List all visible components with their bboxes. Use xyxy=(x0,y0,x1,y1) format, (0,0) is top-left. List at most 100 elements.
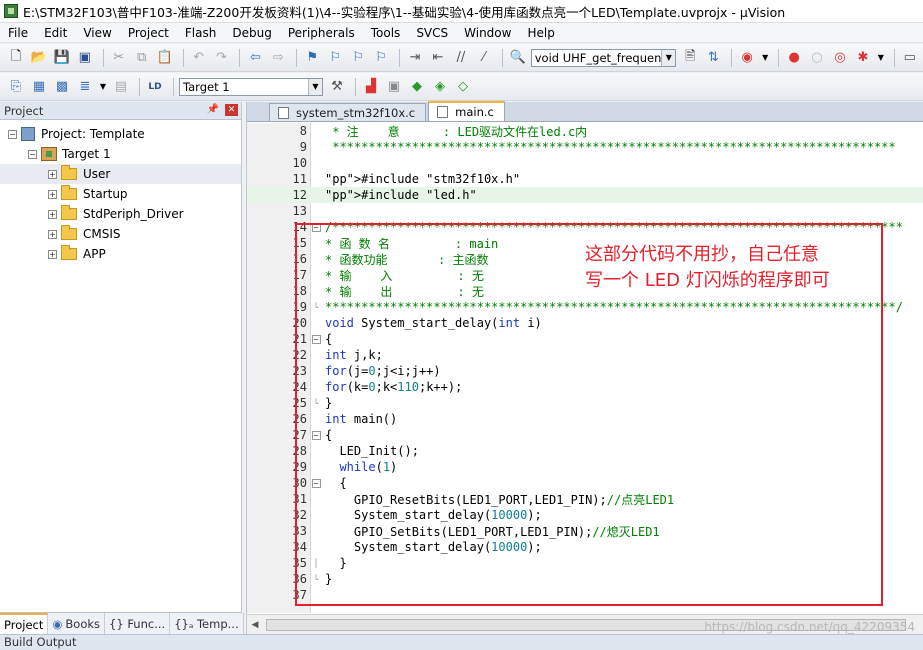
target-options-icon[interactable]: ⚒ xyxy=(327,77,347,97)
menu-project[interactable]: Project xyxy=(120,23,177,43)
chevron-down-icon[interactable]: ▼ xyxy=(98,77,108,97)
clear-bookmarks-icon[interactable]: ⚐ xyxy=(371,48,391,68)
code-line[interactable]: 29 while(1) xyxy=(247,459,923,475)
copy-icon[interactable]: ⧉ xyxy=(132,48,152,68)
chevron-down-icon[interactable]: ▼ xyxy=(760,48,770,68)
tab-main-c[interactable]: main.c xyxy=(428,101,505,121)
save-all-icon[interactable]: ▣ xyxy=(75,48,95,68)
collapse-icon[interactable]: − xyxy=(8,129,17,139)
build-icon[interactable]: ▦ xyxy=(29,77,49,97)
bookmark-icon[interactable]: ⚑ xyxy=(302,48,322,68)
code-line[interactable]: 11 "pp">#include "stm32f10x.h" xyxy=(247,171,923,187)
code-line[interactable]: 27−{ xyxy=(247,427,923,443)
code-line[interactable]: 31 GPIO_ResetBits(LED1_PORT,LED1_PIN);//… xyxy=(247,491,923,507)
target-combo[interactable]: Target 1 ▼ xyxy=(179,77,323,96)
close-icon[interactable]: ✕ xyxy=(225,104,238,116)
collapse-icon[interactable]: − xyxy=(28,149,37,159)
code-line[interactable]: 14−/************************************… xyxy=(247,219,923,235)
menu-tools[interactable]: Tools xyxy=(363,23,409,43)
tab-system-stm32f10x[interactable]: system_stm32f10x.c xyxy=(269,103,427,121)
translate-icon[interactable]: ⎘ xyxy=(6,77,26,97)
menu-edit[interactable]: Edit xyxy=(36,23,75,43)
nav-forward-icon[interactable]: ⇨ xyxy=(268,48,288,68)
select-packs-icon[interactable]: ◈ xyxy=(430,77,450,97)
fold-marker[interactable]: − xyxy=(309,478,323,488)
new-file-icon[interactable]: 🗋 xyxy=(6,48,26,68)
rebuild-icon[interactable]: ▩ xyxy=(52,77,72,97)
expand-icon[interactable]: + xyxy=(48,229,57,239)
code-area[interactable]: 8 * 注 意 : LED驱动文件在led.c内 9 **************… xyxy=(247,123,923,613)
tab-project[interactable]: Project xyxy=(0,613,49,634)
pin-icon[interactable]: 📌 xyxy=(207,104,219,115)
tree-group-app[interactable]: + APP xyxy=(0,244,241,264)
find-icon[interactable]: 🖹 xyxy=(680,48,700,68)
code-line[interactable]: 35 │ } xyxy=(247,555,923,571)
expand-icon[interactable]: + xyxy=(48,189,57,199)
menu-svcs[interactable]: SVCS xyxy=(408,23,456,43)
menu-help[interactable]: Help xyxy=(519,23,562,43)
batch-build-icon[interactable]: ≣ xyxy=(75,77,95,97)
uncomment-icon[interactable]: ⁄ xyxy=(474,48,494,68)
chevron-down-icon[interactable]: ▼ xyxy=(661,49,676,66)
menu-flash[interactable]: Flash xyxy=(177,23,224,43)
code-line[interactable]: 13 xyxy=(247,203,923,219)
fold-marker[interactable]: − xyxy=(309,222,323,232)
code-line[interactable]: 20 void System_start_delay(int i) xyxy=(247,315,923,331)
menu-view[interactable]: View xyxy=(75,23,119,43)
code-line[interactable]: 28 LED_Init(); xyxy=(247,443,923,459)
code-line[interactable]: 23 for(j=0;j<i;j++) xyxy=(247,363,923,379)
window-layout-icon[interactable]: ▭ xyxy=(900,48,920,68)
tree-target[interactable]: − Target 1 xyxy=(0,144,241,164)
tree-project-root[interactable]: − Project: Template xyxy=(0,124,241,144)
menu-file[interactable]: File xyxy=(0,23,36,43)
paste-icon[interactable]: 📋 xyxy=(155,48,175,68)
chevron-down-icon[interactable]: ▼ xyxy=(308,78,322,95)
code-line[interactable]: 37 xyxy=(247,587,923,603)
pack-installer-icon[interactable]: ◇ xyxy=(453,77,473,97)
code-line[interactable]: 22 int j,k; xyxy=(247,347,923,363)
next-bookmark-icon[interactable]: ⚐ xyxy=(348,48,368,68)
breakpoint-icon[interactable]: ● xyxy=(784,48,804,68)
tab-templates[interactable]: {}ₐ Temp... xyxy=(170,613,244,634)
unindent-icon[interactable]: ⇤ xyxy=(428,48,448,68)
manage-runtime-icon[interactable]: ◆ xyxy=(407,77,427,97)
code-line[interactable]: 33 GPIO_SetBits(LED1_PORT,LED1_PIN);//熄灭… xyxy=(247,523,923,539)
chevron-down-icon[interactable]: ▼ xyxy=(876,48,886,68)
code-line[interactable]: 12 "pp">#include "led.h" xyxy=(247,187,923,203)
fold-marker[interactable]: − xyxy=(309,430,323,440)
breakpoint-kill-icon[interactable]: ◎ xyxy=(830,48,850,68)
code-line[interactable]: 21−{ xyxy=(247,331,923,347)
redo-icon[interactable]: ↷ xyxy=(212,48,232,68)
code-line[interactable]: 8 * 注 意 : LED驱动文件在led.c内 xyxy=(247,123,923,139)
tree-group-cmsis[interactable]: + CMSIS xyxy=(0,224,241,244)
code-line[interactable]: 32 System_start_delay(10000); xyxy=(247,507,923,523)
nav-back-icon[interactable]: ⇦ xyxy=(245,48,265,68)
save-icon[interactable]: 💾 xyxy=(52,48,72,68)
stop-build-icon[interactable]: ▤ xyxy=(111,77,131,97)
function-combo[interactable]: void UHF_get_frequency ▼ xyxy=(530,48,677,67)
menu-peripherals[interactable]: Peripherals xyxy=(280,23,363,43)
collapse-icon[interactable]: − xyxy=(311,478,321,488)
indent-icon[interactable]: ⇥ xyxy=(405,48,425,68)
tree-group-user[interactable]: + User xyxy=(0,164,241,184)
scroll-left-icon[interactable]: ◀ xyxy=(247,620,263,630)
open-folder-icon[interactable]: 📂 xyxy=(29,48,49,68)
collapse-icon[interactable]: − xyxy=(311,334,321,344)
collapse-icon[interactable]: − xyxy=(311,430,321,440)
code-line[interactable]: 26 int main() xyxy=(247,411,923,427)
code-line[interactable]: 9 **************************************… xyxy=(247,139,923,155)
code-line[interactable]: 25 └} xyxy=(247,395,923,411)
tab-books[interactable]: ◉ Books xyxy=(48,613,106,634)
breakpoint-disable-icon[interactable]: ○ xyxy=(807,48,827,68)
incremental-find-icon[interactable]: ⇅ xyxy=(703,48,723,68)
code-line[interactable]: 10 xyxy=(247,155,923,171)
expand-icon[interactable]: + xyxy=(48,209,57,219)
find-in-files-icon[interactable]: 🔍 xyxy=(508,48,528,68)
cut-icon[interactable]: ✂ xyxy=(109,48,129,68)
fold-marker[interactable]: − xyxy=(309,334,323,344)
expand-icon[interactable]: + xyxy=(48,169,57,179)
tab-functions[interactable]: {} Func... xyxy=(105,613,171,634)
tree-group-stdperiph[interactable]: + StdPeriph_Driver xyxy=(0,204,241,224)
debug-start-icon[interactable]: ◉ xyxy=(737,48,757,68)
comment-icon[interactable]: // xyxy=(451,48,471,68)
